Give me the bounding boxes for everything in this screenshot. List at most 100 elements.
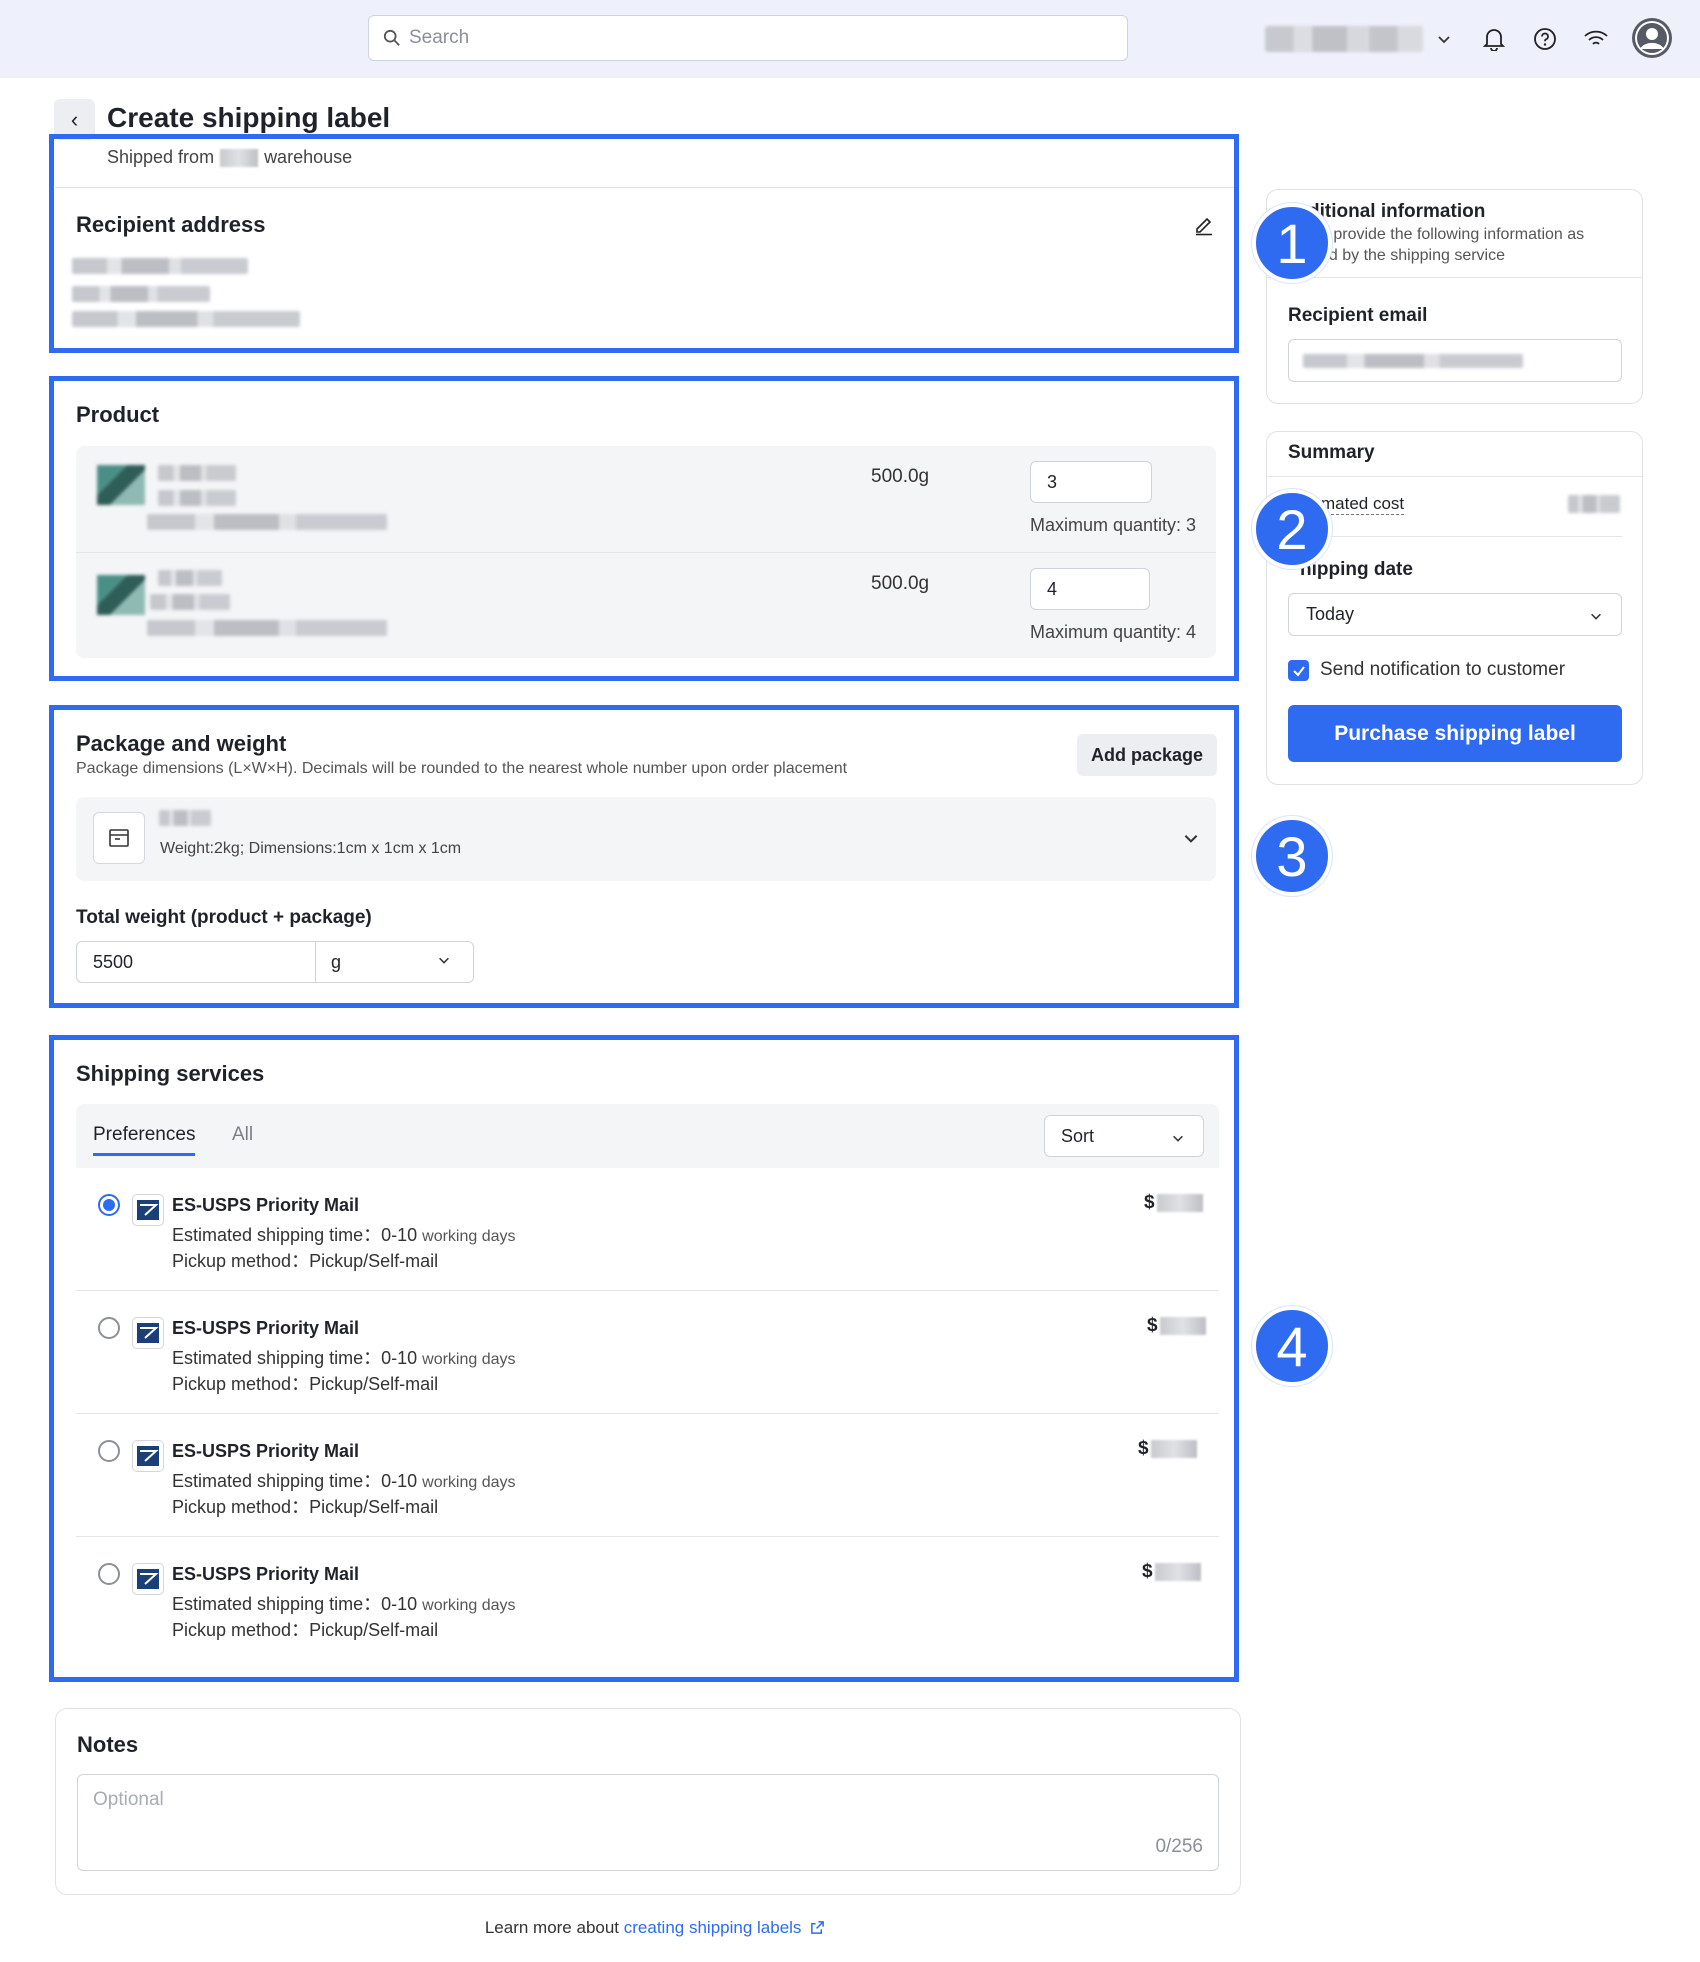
chevron-down-icon[interactable]	[437, 953, 451, 972]
footer: Learn more about creating shipping label…	[0, 1918, 1310, 1938]
shipping-service-row[interactable]: ES-USPS Priority Mail Estimated shipping…	[76, 1414, 1219, 1537]
service-time: Estimated shipping time：0-10 working day…	[172, 1590, 516, 1616]
service-time: Estimated shipping time：0-10 working day…	[172, 1344, 516, 1370]
usps-logo-icon	[132, 1440, 164, 1472]
service-radio[interactable]	[98, 1563, 120, 1585]
page-title: Create shipping label	[107, 102, 391, 133]
recipient-email-label: Recipient email	[1288, 305, 1428, 326]
quantity-input[interactable]: 3	[1030, 461, 1152, 503]
notes-title: Notes	[77, 1732, 139, 1757]
shipping-date-select[interactable]: Today	[1288, 593, 1622, 636]
total-weight-value: 5500	[93, 952, 134, 972]
package-subtitle: Package dimensions (L×W×H). Decimals wil…	[76, 760, 848, 777]
time-value: 0-10	[381, 1348, 418, 1368]
tab-all[interactable]: All	[232, 1124, 253, 1146]
service-pickup: Pickup method：Pickup/Self-mail	[172, 1251, 439, 1271]
service-radio[interactable]	[98, 1440, 120, 1462]
package-row[interactable]: Weight:2kg; Dimensions:1cm x 1cm x 1cm	[76, 797, 1216, 881]
chevron-down-icon	[1589, 607, 1603, 628]
price-value	[1159, 1317, 1206, 1335]
search-placeholder: Search	[409, 27, 470, 48]
divider	[1266, 476, 1643, 477]
wifi-icon[interactable]	[1579, 22, 1613, 56]
product-name	[158, 570, 222, 586]
product-weight: 500.0g	[871, 466, 930, 487]
time-unit: working days	[422, 1228, 516, 1245]
notes-textarea[interactable]: Optional 0/256	[77, 1774, 1219, 1871]
sort-label: Sort	[1061, 1125, 1095, 1146]
chevron-left-icon: ‹	[70, 106, 79, 132]
service-price: $	[1138, 1438, 1197, 1460]
price-currency: $	[1138, 1438, 1149, 1459]
edit-icon[interactable]	[1193, 214, 1215, 241]
recipient-email-input[interactable]	[1288, 339, 1622, 382]
shipping-title: Shipping services	[76, 1061, 265, 1086]
search-icon	[383, 29, 400, 46]
total-weight-field[interactable]: 5500 g	[76, 941, 474, 983]
external-link-icon[interactable]	[810, 1920, 825, 1935]
warehouse-name	[220, 148, 259, 167]
time-label: Estimated shipping time：	[172, 1348, 382, 1368]
search-input[interactable]: Search	[368, 15, 1128, 61]
product-name	[158, 465, 236, 481]
package-details: Weight:2kg; Dimensions:1cm x 1cm x 1cm	[160, 840, 462, 857]
service-radio[interactable]	[98, 1194, 120, 1216]
divider	[76, 552, 1216, 553]
tab-preferences[interactable]: Preferences	[93, 1124, 196, 1156]
footer-text: Learn more about	[484, 1918, 620, 1937]
address-line	[72, 286, 210, 302]
time-unit: working days	[422, 1474, 516, 1491]
add-package-button[interactable]: Add package	[1077, 734, 1217, 776]
additional-info-subtitle-1: e provide the following information as	[1320, 226, 1585, 243]
top-bar: Search	[0, 0, 1700, 78]
account-name[interactable]	[1265, 26, 1423, 52]
price-value	[1156, 1194, 1203, 1212]
sort-select[interactable]: Sort	[1044, 1115, 1204, 1157]
service-radio[interactable]	[98, 1317, 120, 1339]
address-line	[72, 258, 248, 274]
weight-unit: g	[331, 952, 342, 972]
product-thumbnail	[97, 465, 145, 505]
chevron-down-icon[interactable]	[1427, 22, 1461, 56]
notify-checkbox[interactable]	[1288, 660, 1309, 681]
bell-icon[interactable]	[1477, 22, 1511, 56]
purchase-shipping-label-button[interactable]: Purchase shipping label	[1288, 705, 1622, 762]
quantity-input[interactable]: 4	[1030, 568, 1150, 610]
estimated-cost-value	[1568, 495, 1620, 513]
chevron-down-icon	[1171, 1129, 1185, 1150]
max-quantity: Maximum quantity: 3	[1030, 515, 1197, 535]
avatar[interactable]	[1632, 18, 1672, 58]
time-value: 0-10	[381, 1225, 418, 1245]
shipping-service-row[interactable]: ES-USPS Priority Mail Estimated shipping…	[76, 1291, 1219, 1414]
notes-counter: 0/256	[1155, 1836, 1203, 1857]
step-badge-3: 3	[1252, 816, 1332, 896]
product-variant	[150, 594, 230, 610]
package-name	[159, 810, 211, 826]
shipped-from-prefix: Shipped from	[107, 147, 215, 167]
shipping-date-value: Today	[1306, 604, 1355, 624]
service-name: ES-USPS Priority Mail	[172, 1564, 360, 1584]
service-price: $	[1142, 1561, 1201, 1583]
email-value	[1303, 354, 1523, 368]
back-button[interactable]: ‹	[54, 99, 95, 140]
notify-label: Send notification to customer	[1320, 659, 1566, 680]
time-unit: working days	[422, 1351, 516, 1368]
package-title: Package and weight	[76, 731, 287, 756]
step-badge-2: 2	[1252, 489, 1332, 569]
time-label: Estimated shipping time：	[172, 1594, 382, 1614]
total-weight-label: Total weight (product + package)	[76, 907, 372, 928]
chevron-down-icon[interactable]	[1182, 829, 1200, 852]
shipping-service-row[interactable]: ES-USPS Priority Mail Estimated shipping…	[76, 1168, 1219, 1291]
product-sku	[147, 514, 387, 530]
shipping-service-row[interactable]: ES-USPS Priority Mail Estimated shipping…	[76, 1537, 1219, 1660]
estimated-cost-label: mated cost	[1321, 494, 1405, 515]
product-variant	[158, 490, 236, 506]
help-icon[interactable]	[1528, 22, 1562, 56]
service-price: $	[1144, 1192, 1203, 1214]
service-price: $	[1147, 1315, 1206, 1337]
time-value: 0-10	[381, 1594, 418, 1614]
divider	[315, 942, 316, 982]
product-sku	[147, 620, 387, 636]
footer-link[interactable]: creating shipping labels	[624, 1918, 802, 1937]
notes-placeholder: Optional	[93, 1789, 164, 1810]
